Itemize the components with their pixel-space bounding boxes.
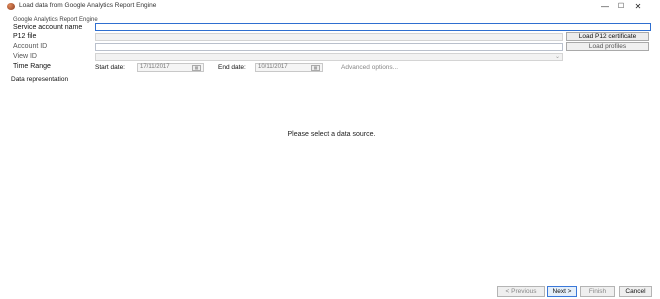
account-id-label: Account ID	[13, 43, 48, 50]
view-id-label: View ID	[13, 53, 37, 60]
previous-button[interactable]: < Previous	[497, 286, 545, 297]
p12-file-field	[95, 33, 563, 41]
load-p12-certificate-button[interactable]: Load P12 certificate	[566, 32, 649, 41]
start-date-picker[interactable]: 17/11/2017 ▦	[137, 63, 204, 72]
end-date-picker[interactable]: 10/11/2017 ▦	[255, 63, 323, 72]
account-id-input[interactable]	[96, 45, 562, 51]
start-date-label: Start date:	[95, 64, 125, 71]
service-account-label: Service account name	[13, 24, 83, 31]
finish-button[interactable]: Finish	[580, 286, 615, 297]
p12-file-input	[96, 35, 562, 41]
window-title: Load data from Google Analytics Report E…	[19, 2, 157, 9]
next-button[interactable]: Next >	[547, 286, 577, 297]
advanced-options-link[interactable]: Advanced options...	[341, 64, 398, 71]
close-icon[interactable]: ✕	[630, 1, 646, 12]
start-date-value: 17/11/2017	[140, 64, 170, 70]
maximize-icon[interactable]: ☐	[613, 1, 629, 12]
calendar-icon[interactable]: ▦	[311, 65, 320, 71]
cancel-button[interactable]: Cancel	[619, 286, 652, 297]
end-date-value: 10/11/2017	[258, 64, 288, 70]
wizard-panel: Google Analytics Report Engine Service a…	[6, 14, 657, 297]
end-date-label: End date:	[218, 64, 246, 71]
page-title: Google Analytics Report Engine	[13, 17, 98, 23]
view-id-combobox[interactable]: ⌄	[95, 53, 563, 61]
app-icon	[7, 3, 15, 10]
window-titlebar: Load data from Google Analytics Report E…	[0, 0, 660, 13]
load-profiles-button[interactable]: Load profiles	[566, 42, 649, 51]
data-representation-label: Data representation	[11, 76, 69, 83]
service-account-field[interactable]	[95, 23, 651, 31]
time-range-label: Time Range	[13, 63, 51, 70]
account-id-field[interactable]	[95, 43, 563, 51]
calendar-icon[interactable]: ▦	[192, 65, 201, 71]
no-data-source-message: Please select a data source.	[287, 131, 376, 138]
minimize-icon[interactable]: —	[597, 1, 613, 12]
p12-file-label: P12 file	[13, 33, 37, 40]
chevron-down-icon[interactable]: ⌄	[555, 54, 560, 61]
service-account-input[interactable]	[96, 25, 650, 31]
